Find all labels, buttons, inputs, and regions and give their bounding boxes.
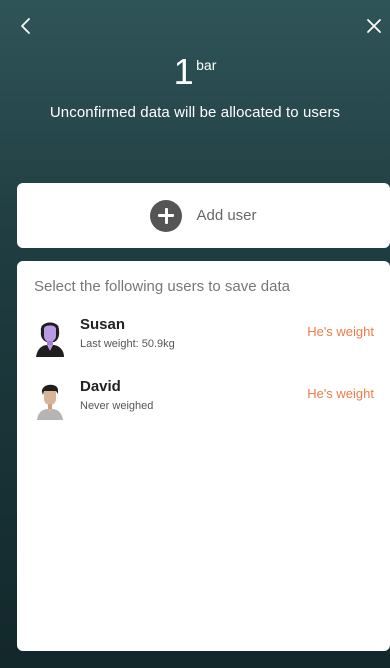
user-row-david[interactable]: David Never weighed He's weight <box>17 376 390 426</box>
male-avatar-icon <box>37 384 63 420</box>
user-subtitle: Never weighed <box>80 400 154 412</box>
reading-unit: bar <box>196 57 217 73</box>
reading-value: 1 <box>173 51 195 92</box>
user-subtitle: Last weight: 50.9kg <box>80 338 175 350</box>
user-name: Susan <box>80 316 126 333</box>
add-user-label: Add user <box>196 207 257 224</box>
screen: 1 bar Unconfirmed data will be allocated … <box>0 0 390 668</box>
close-button[interactable] <box>360 12 388 40</box>
reading-display: 1 bar <box>0 51 390 93</box>
user-row-susan[interactable]: Susan Last weight: 50.9kg He's weight <box>17 314 390 364</box>
user-name: David <box>80 378 121 395</box>
back-button[interactable] <box>14 12 42 40</box>
plus-circle-icon <box>150 199 183 232</box>
chevron-left-icon <box>21 18 30 34</box>
assign-weight-button[interactable]: He's weight <box>307 324 374 339</box>
female-avatar-icon <box>36 322 64 357</box>
users-panel: Select the following users to save data … <box>17 261 390 651</box>
assign-weight-button[interactable]: He's weight <box>307 386 374 401</box>
add-user-button[interactable]: Add user <box>17 183 390 248</box>
subtitle: Unconfirmed data will be allocated to us… <box>49 104 341 121</box>
users-panel-heading: Select the following users to save data <box>34 278 290 295</box>
close-icon <box>367 19 381 33</box>
